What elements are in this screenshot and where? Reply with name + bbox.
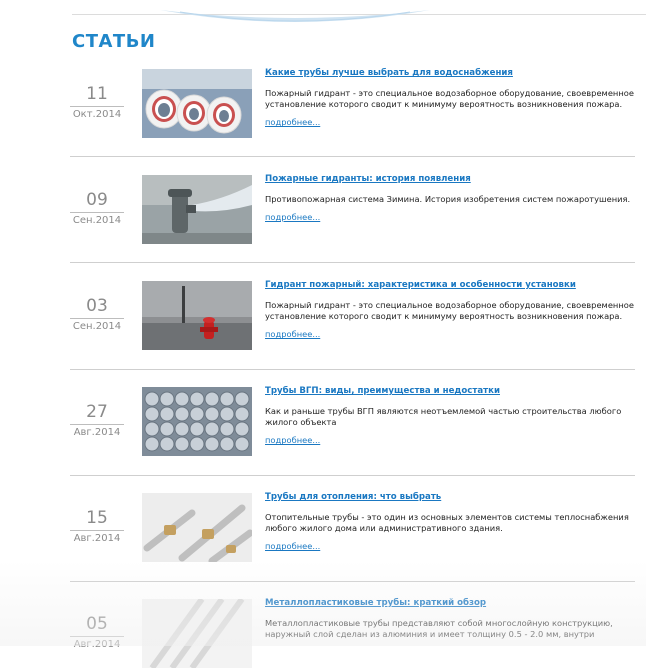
- article-day: 05: [86, 614, 108, 634]
- article-month: Авг.2014: [70, 636, 124, 650]
- article-divider: [70, 475, 635, 476]
- read-more-link[interactable]: подробнее...: [265, 541, 320, 551]
- article-month: Авг.2014: [70, 424, 124, 438]
- article-month: Авг.2014: [70, 530, 124, 544]
- article-title-link[interactable]: Пожарные гидранты: история появления: [265, 174, 640, 184]
- article-title-link[interactable]: Какие трубы лучше выбрать для водоснабже…: [265, 68, 640, 78]
- read-more-link[interactable]: подробнее...: [265, 329, 320, 339]
- article-excerpt: Как и раньше трубы ВГП являются неотъемл…: [265, 406, 622, 428]
- read-more-link[interactable]: подробнее...: [265, 212, 320, 222]
- article-month: Сен.2014: [70, 318, 124, 332]
- article-excerpt: Противопожарная система Зимина. История …: [265, 194, 631, 204]
- article-excerpt: Пожарный гидрант - это специальное водоз…: [265, 300, 634, 322]
- article-month: Окт.2014: [70, 106, 124, 120]
- article-excerpt: Металлопластиковые трубы представляют со…: [265, 618, 613, 640]
- article-date: 09 Сен.2014: [70, 190, 124, 226]
- article-divider: [70, 262, 635, 263]
- article-title-link[interactable]: Трубы для отопления: что выбрать: [265, 492, 640, 502]
- article-body: Какие трубы лучше выбрать для водоснабже…: [265, 68, 640, 129]
- article-excerpt: Пожарный гидрант - это специальное водоз…: [265, 88, 634, 110]
- metal-plastic-pipes-image[interactable]: [142, 599, 252, 668]
- article-date: 11 Окт.2014: [70, 84, 124, 120]
- article-day: 11: [86, 84, 108, 104]
- article-body: Трубы для отопления: что выбрать Отопите…: [265, 492, 640, 553]
- article-date: 05 Авг.2014: [70, 614, 124, 650]
- header-swoosh: [160, 10, 430, 22]
- hydrant-spraying-image[interactable]: [142, 175, 252, 244]
- article-body: Металлопластиковые трубы: краткий обзор …: [265, 598, 640, 640]
- red-hydrant-street-image[interactable]: [142, 281, 252, 350]
- article-date: 15 Авг.2014: [70, 508, 124, 544]
- article-day: 15: [86, 508, 108, 528]
- article-body: Пожарные гидранты: история появления Про…: [265, 174, 640, 224]
- white-pipes-image[interactable]: [142, 69, 252, 138]
- article-day: 09: [86, 190, 108, 210]
- article-body: Гидрант пожарный: характеристика и особе…: [265, 280, 640, 341]
- article-date: 27 Авг.2014: [70, 402, 124, 438]
- page-title: СТАТЬИ: [72, 31, 156, 52]
- read-more-link[interactable]: подробнее...: [265, 435, 320, 445]
- read-more-link[interactable]: подробнее...: [265, 117, 320, 127]
- article-body: Трубы ВГП: виды, преимущества и недостат…: [265, 386, 640, 447]
- article-title-link[interactable]: Трубы ВГП: виды, преимущества и недостат…: [265, 386, 640, 396]
- article-day: 27: [86, 402, 108, 422]
- article-date: 03 Сен.2014: [70, 296, 124, 332]
- article-title-link[interactable]: Гидрант пожарный: характеристика и особе…: [265, 280, 640, 290]
- heating-pipe-fittings-image[interactable]: [142, 493, 252, 562]
- steel-pipes-stack-image[interactable]: [142, 387, 252, 456]
- article-divider: [70, 369, 635, 370]
- article-month: Сен.2014: [70, 212, 124, 226]
- article-day: 03: [86, 296, 108, 316]
- article-title-link[interactable]: Металлопластиковые трубы: краткий обзор: [265, 598, 640, 608]
- article-divider: [70, 581, 635, 582]
- article-excerpt: Отопительные трубы - это один из основны…: [265, 512, 629, 534]
- article-divider: [70, 156, 635, 157]
